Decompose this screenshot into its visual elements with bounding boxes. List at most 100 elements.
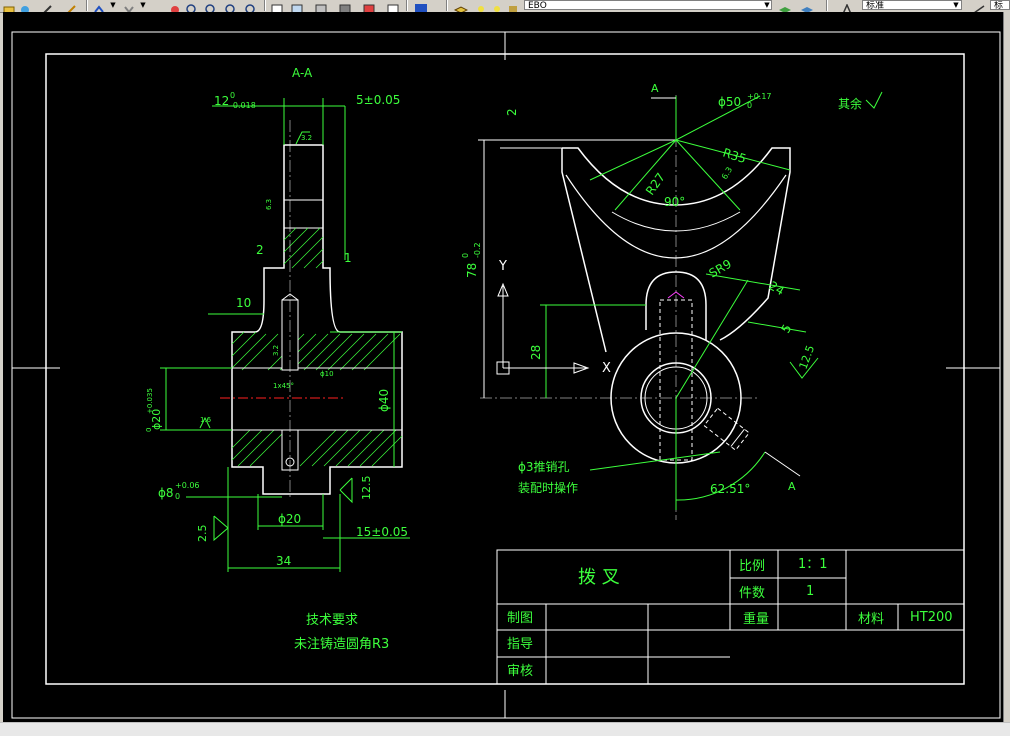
markup-icon[interactable] bbox=[362, 0, 376, 12]
layer-select[interactable]: EBO bbox=[524, 0, 772, 10]
layer-dropdown-icon[interactable]: ▼ bbox=[762, 0, 772, 10]
material-label: 材料 bbox=[858, 612, 884, 627]
status-bar bbox=[0, 722, 1010, 736]
front-dim-angle: 62.51° bbox=[710, 482, 750, 496]
text-style-icon[interactable] bbox=[840, 0, 854, 12]
remaining-rough-symbol bbox=[865, 91, 883, 109]
front-dim-50: ϕ50 bbox=[718, 95, 741, 109]
rough-3-2: 3.2 bbox=[272, 345, 280, 356]
help-icon[interactable] bbox=[414, 0, 428, 12]
edit-icon[interactable] bbox=[40, 0, 54, 12]
text-style-dropdown-icon[interactable]: ▼ bbox=[951, 0, 961, 10]
text-style-select[interactable]: 标准 bbox=[862, 0, 962, 10]
tech-line1: 未注铸造圆角R3 bbox=[294, 636, 389, 652]
make-current-icon[interactable] bbox=[778, 0, 792, 12]
dim-5: 5±0.05 bbox=[356, 93, 400, 107]
front-view: 2 78 0 -0.2 R35 R27 90° ϕ50 +0.17 0 SR9 … bbox=[461, 82, 883, 520]
section-outline bbox=[231, 144, 403, 495]
dim-2: 2 bbox=[256, 243, 264, 257]
ucs-x-label: X bbox=[602, 361, 611, 376]
layer-freeze-icon[interactable] bbox=[490, 0, 504, 12]
zoom-previous-icon[interactable] bbox=[224, 0, 238, 12]
guide-label: 指导 bbox=[507, 637, 533, 652]
drawing-svg: A-A 12 0 -0.018 5±0.05 2 1 10 ϕ40 ϕ20 +0… bbox=[11, 31, 1001, 719]
outer-frame bbox=[11, 31, 1001, 719]
dim-12-tol-upper: 0 bbox=[230, 91, 235, 100]
rough-2-5: 2.5 bbox=[196, 525, 209, 543]
scale-value: 1：1 bbox=[798, 557, 828, 572]
redo-dropdown-icon[interactable]: ▼ bbox=[138, 0, 148, 10]
section-view: A-A 12 0 -0.018 5±0.05 2 1 10 ϕ40 ϕ20 +0… bbox=[145, 66, 410, 572]
rough-1-6: 1.6 bbox=[200, 416, 212, 424]
redo-icon[interactable] bbox=[122, 0, 136, 12]
front-dim-78-tol-lower: -0.2 bbox=[473, 242, 482, 258]
tool-palettes-icon[interactable] bbox=[314, 0, 328, 12]
front-dim-50-tol-upper: +0.17 bbox=[747, 92, 772, 101]
dim-style-icon[interactable] bbox=[972, 0, 986, 12]
match-prop-icon[interactable] bbox=[64, 0, 78, 12]
dim-40: ϕ40 bbox=[377, 389, 391, 412]
layer-lock-icon[interactable] bbox=[506, 0, 520, 12]
front-dim-5: 5 bbox=[778, 322, 794, 336]
dim-10-small: ϕ10 bbox=[320, 370, 334, 378]
qty-label: 件数 bbox=[739, 586, 765, 601]
note-pin: ϕ3推销孔 bbox=[518, 460, 570, 474]
dim-8: ϕ8 bbox=[158, 486, 174, 500]
tech-title: 技术要求 bbox=[306, 613, 358, 628]
zoom-extents-icon[interactable] bbox=[244, 0, 258, 12]
front-dim-28: 28 bbox=[529, 345, 543, 360]
text-style-value: 标准 bbox=[866, 1, 885, 10]
dim-bore-tol: +0.035 bbox=[146, 388, 154, 414]
rough-12-5-symbol bbox=[339, 477, 353, 504]
sheet-set-icon[interactable] bbox=[338, 0, 352, 12]
front-dim-50-tol-lower: 0 bbox=[747, 101, 752, 110]
pan-icon[interactable] bbox=[168, 0, 182, 12]
vertical-scrollbar[interactable] bbox=[1003, 12, 1010, 722]
section-marker-bottom: A bbox=[788, 480, 796, 493]
layer-previous-icon[interactable] bbox=[800, 0, 814, 12]
rough-12-5: 12.5 bbox=[360, 476, 373, 501]
zoom-realtime-icon[interactable] bbox=[185, 0, 199, 12]
dim-12-tol-lower: -0.018 bbox=[230, 101, 256, 110]
design-center-icon[interactable] bbox=[290, 0, 304, 12]
dim-20: ϕ20 bbox=[278, 512, 301, 526]
drawing-canvas[interactable]: A-A 12 0 -0.018 5±0.05 2 1 10 ϕ40 ϕ20 +0… bbox=[3, 12, 1003, 722]
front-rough-6-3: 6.3 bbox=[720, 165, 734, 181]
dim-style-select[interactable]: 标 bbox=[990, 0, 1010, 10]
zoom-window-icon[interactable] bbox=[204, 0, 218, 12]
drawn-label: 制图 bbox=[507, 611, 533, 626]
layer-manager-icon[interactable] bbox=[453, 0, 469, 12]
rough-3-2b: 3.2 bbox=[301, 134, 312, 142]
front-dim-90: 90° bbox=[664, 195, 685, 209]
dim-8-tol-lower: 0 bbox=[175, 492, 180, 501]
front-dim-sr9: SR9 bbox=[707, 257, 734, 281]
front-dim-r27: R27 bbox=[643, 170, 668, 197]
section-marker-top: A bbox=[651, 82, 659, 95]
dim-10: 10 bbox=[236, 296, 251, 310]
layer-select-value: EBO bbox=[528, 1, 547, 10]
front-dim-78: 78 bbox=[465, 263, 479, 278]
weight-label: 重量 bbox=[743, 611, 769, 627]
rough-6-3: 6.3 bbox=[265, 199, 273, 210]
dim-8-tol-upper: +0.06 bbox=[175, 481, 200, 490]
review-label: 审核 bbox=[507, 664, 533, 679]
front-dim-r35: R35 bbox=[721, 146, 748, 167]
dim-12: 12 bbox=[214, 94, 229, 108]
note-pin-2: 装配时操作 bbox=[518, 480, 578, 495]
dim-style-value: 标 bbox=[994, 1, 1004, 10]
qty-value: 1 bbox=[806, 584, 814, 599]
front-dim-24: 24 bbox=[767, 278, 787, 298]
dim-1: 1 bbox=[344, 251, 352, 265]
scale-label: 比例 bbox=[739, 559, 765, 574]
undo-dropdown-icon[interactable]: ▼ bbox=[108, 0, 118, 10]
properties-icon[interactable] bbox=[270, 0, 284, 12]
publish-icon[interactable] bbox=[18, 0, 32, 12]
dim-chamfer: 1x45° bbox=[273, 382, 294, 390]
undo-icon[interactable] bbox=[92, 0, 106, 12]
layer-on-icon[interactable] bbox=[474, 0, 488, 12]
remaining-roughness: 其余 bbox=[838, 96, 862, 111]
section-label: A-A bbox=[292, 66, 313, 80]
open-icon[interactable] bbox=[2, 0, 16, 12]
title-block bbox=[496, 549, 965, 685]
calculator-icon[interactable] bbox=[386, 0, 400, 12]
